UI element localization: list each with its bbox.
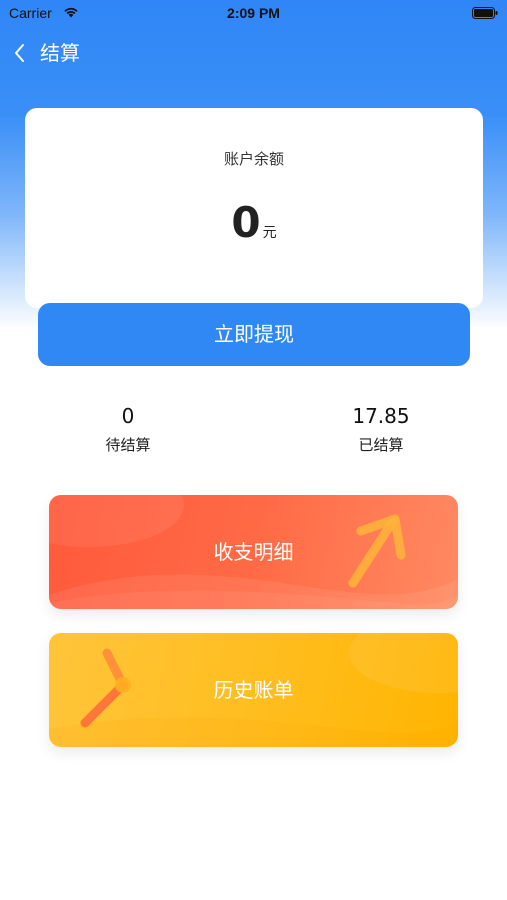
balance-label: 账户余额 bbox=[223, 150, 284, 168]
balance-unit: 元 bbox=[262, 225, 277, 241]
stat-pending: 0 待结算 bbox=[58, 404, 198, 455]
settled-value: 17.85 bbox=[352, 404, 410, 428]
history-bills-card[interactable]: 历史账单 bbox=[49, 633, 458, 747]
balance-card: 账户余额 0元 bbox=[25, 108, 483, 308]
pending-value: 0 bbox=[121, 404, 135, 428]
chevron-left-icon bbox=[15, 44, 24, 62]
details-card-label: 收支明细 bbox=[213, 540, 294, 564]
balance-amount: 0元 bbox=[25, 198, 483, 247]
income-expense-details-card[interactable]: 收支明细 bbox=[49, 495, 458, 609]
back-button[interactable] bbox=[8, 38, 34, 68]
pending-label: 待结算 bbox=[105, 436, 151, 454]
balance-value: 0 bbox=[231, 198, 261, 247]
settled-label: 已结算 bbox=[358, 436, 404, 454]
status-time: 2:09 PM bbox=[227, 5, 280, 21]
status-bar: Carrier 2:09 PM bbox=[0, 0, 507, 28]
history-card-label: 历史账单 bbox=[213, 678, 294, 702]
battery-icon bbox=[472, 7, 498, 19]
withdraw-button[interactable]: 立即提现 bbox=[38, 303, 470, 366]
page-title: 结算 bbox=[40, 41, 80, 65]
stat-settled: 17.85 已结算 bbox=[311, 404, 451, 455]
